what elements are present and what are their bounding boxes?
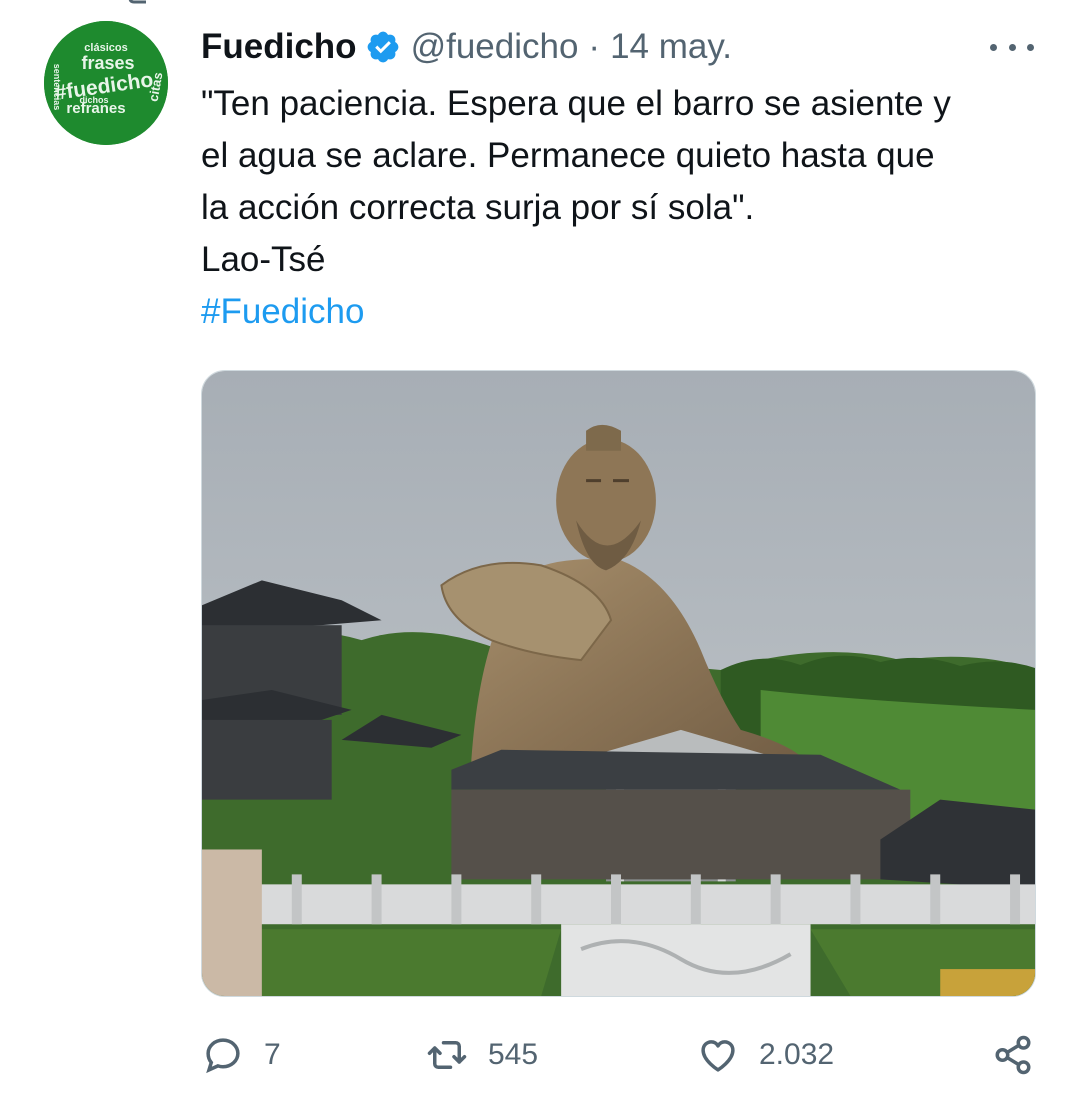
like-button[interactable]: 2.032	[697, 1034, 834, 1076]
top-icon-fragment	[128, 0, 146, 4]
handle[interactable]: @fuedicho	[411, 27, 579, 67]
text-line: Lao-Tsé	[201, 240, 326, 279]
tweet-media-image[interactable]	[201, 370, 1036, 997]
svg-text:sentencias: sentencias	[52, 64, 62, 111]
retweet-count: 545	[488, 1038, 539, 1071]
like-icon	[701, 1040, 735, 1072]
text-line: el agua se aclare. Permanece quieto hast…	[201, 136, 935, 175]
svg-text:dichos: dichos	[79, 95, 108, 105]
retweet-button[interactable]: 545	[426, 1034, 538, 1076]
more-dot	[990, 43, 997, 51]
separator-dot: ·	[588, 27, 601, 66]
avatar-logo: clásicos frases #fuedicho citas refranes…	[44, 21, 168, 145]
reply-icon	[206, 1038, 240, 1074]
share-icon	[995, 1035, 1031, 1075]
text-line: "Ten paciencia. Espera que el barro se a…	[201, 84, 951, 123]
statue-photo	[202, 371, 1035, 996]
tweet-actions: 7 545 2.032	[0, 1034, 1080, 1080]
display-name[interactable]: Fuedicho	[201, 27, 357, 67]
reply-button[interactable]: 7	[202, 1034, 281, 1076]
tweet-header: Fuedicho @fuedicho · 14 may.	[201, 24, 732, 70]
more-dot	[1027, 43, 1034, 51]
avatar[interactable]: clásicos frases #fuedicho citas refranes…	[44, 21, 168, 145]
tweet-text: "Ten paciencia. Espera que el barro se a…	[201, 78, 1051, 338]
hashtag-link[interactable]: #Fuedicho	[201, 286, 1051, 338]
reply-count: 7	[264, 1038, 281, 1071]
tweet-date[interactable]: 14 may.	[610, 27, 732, 67]
verified-badge-icon	[367, 31, 398, 63]
text-line: la acción correcta surja por sí sola".	[201, 188, 755, 227]
like-count: 2.032	[759, 1038, 835, 1071]
more-dot	[1008, 43, 1016, 51]
svg-text:frases: frases	[81, 53, 134, 73]
more-icon[interactable]	[990, 30, 1034, 64]
retweet-icon	[427, 1041, 467, 1069]
share-button[interactable]	[992, 1034, 1034, 1076]
